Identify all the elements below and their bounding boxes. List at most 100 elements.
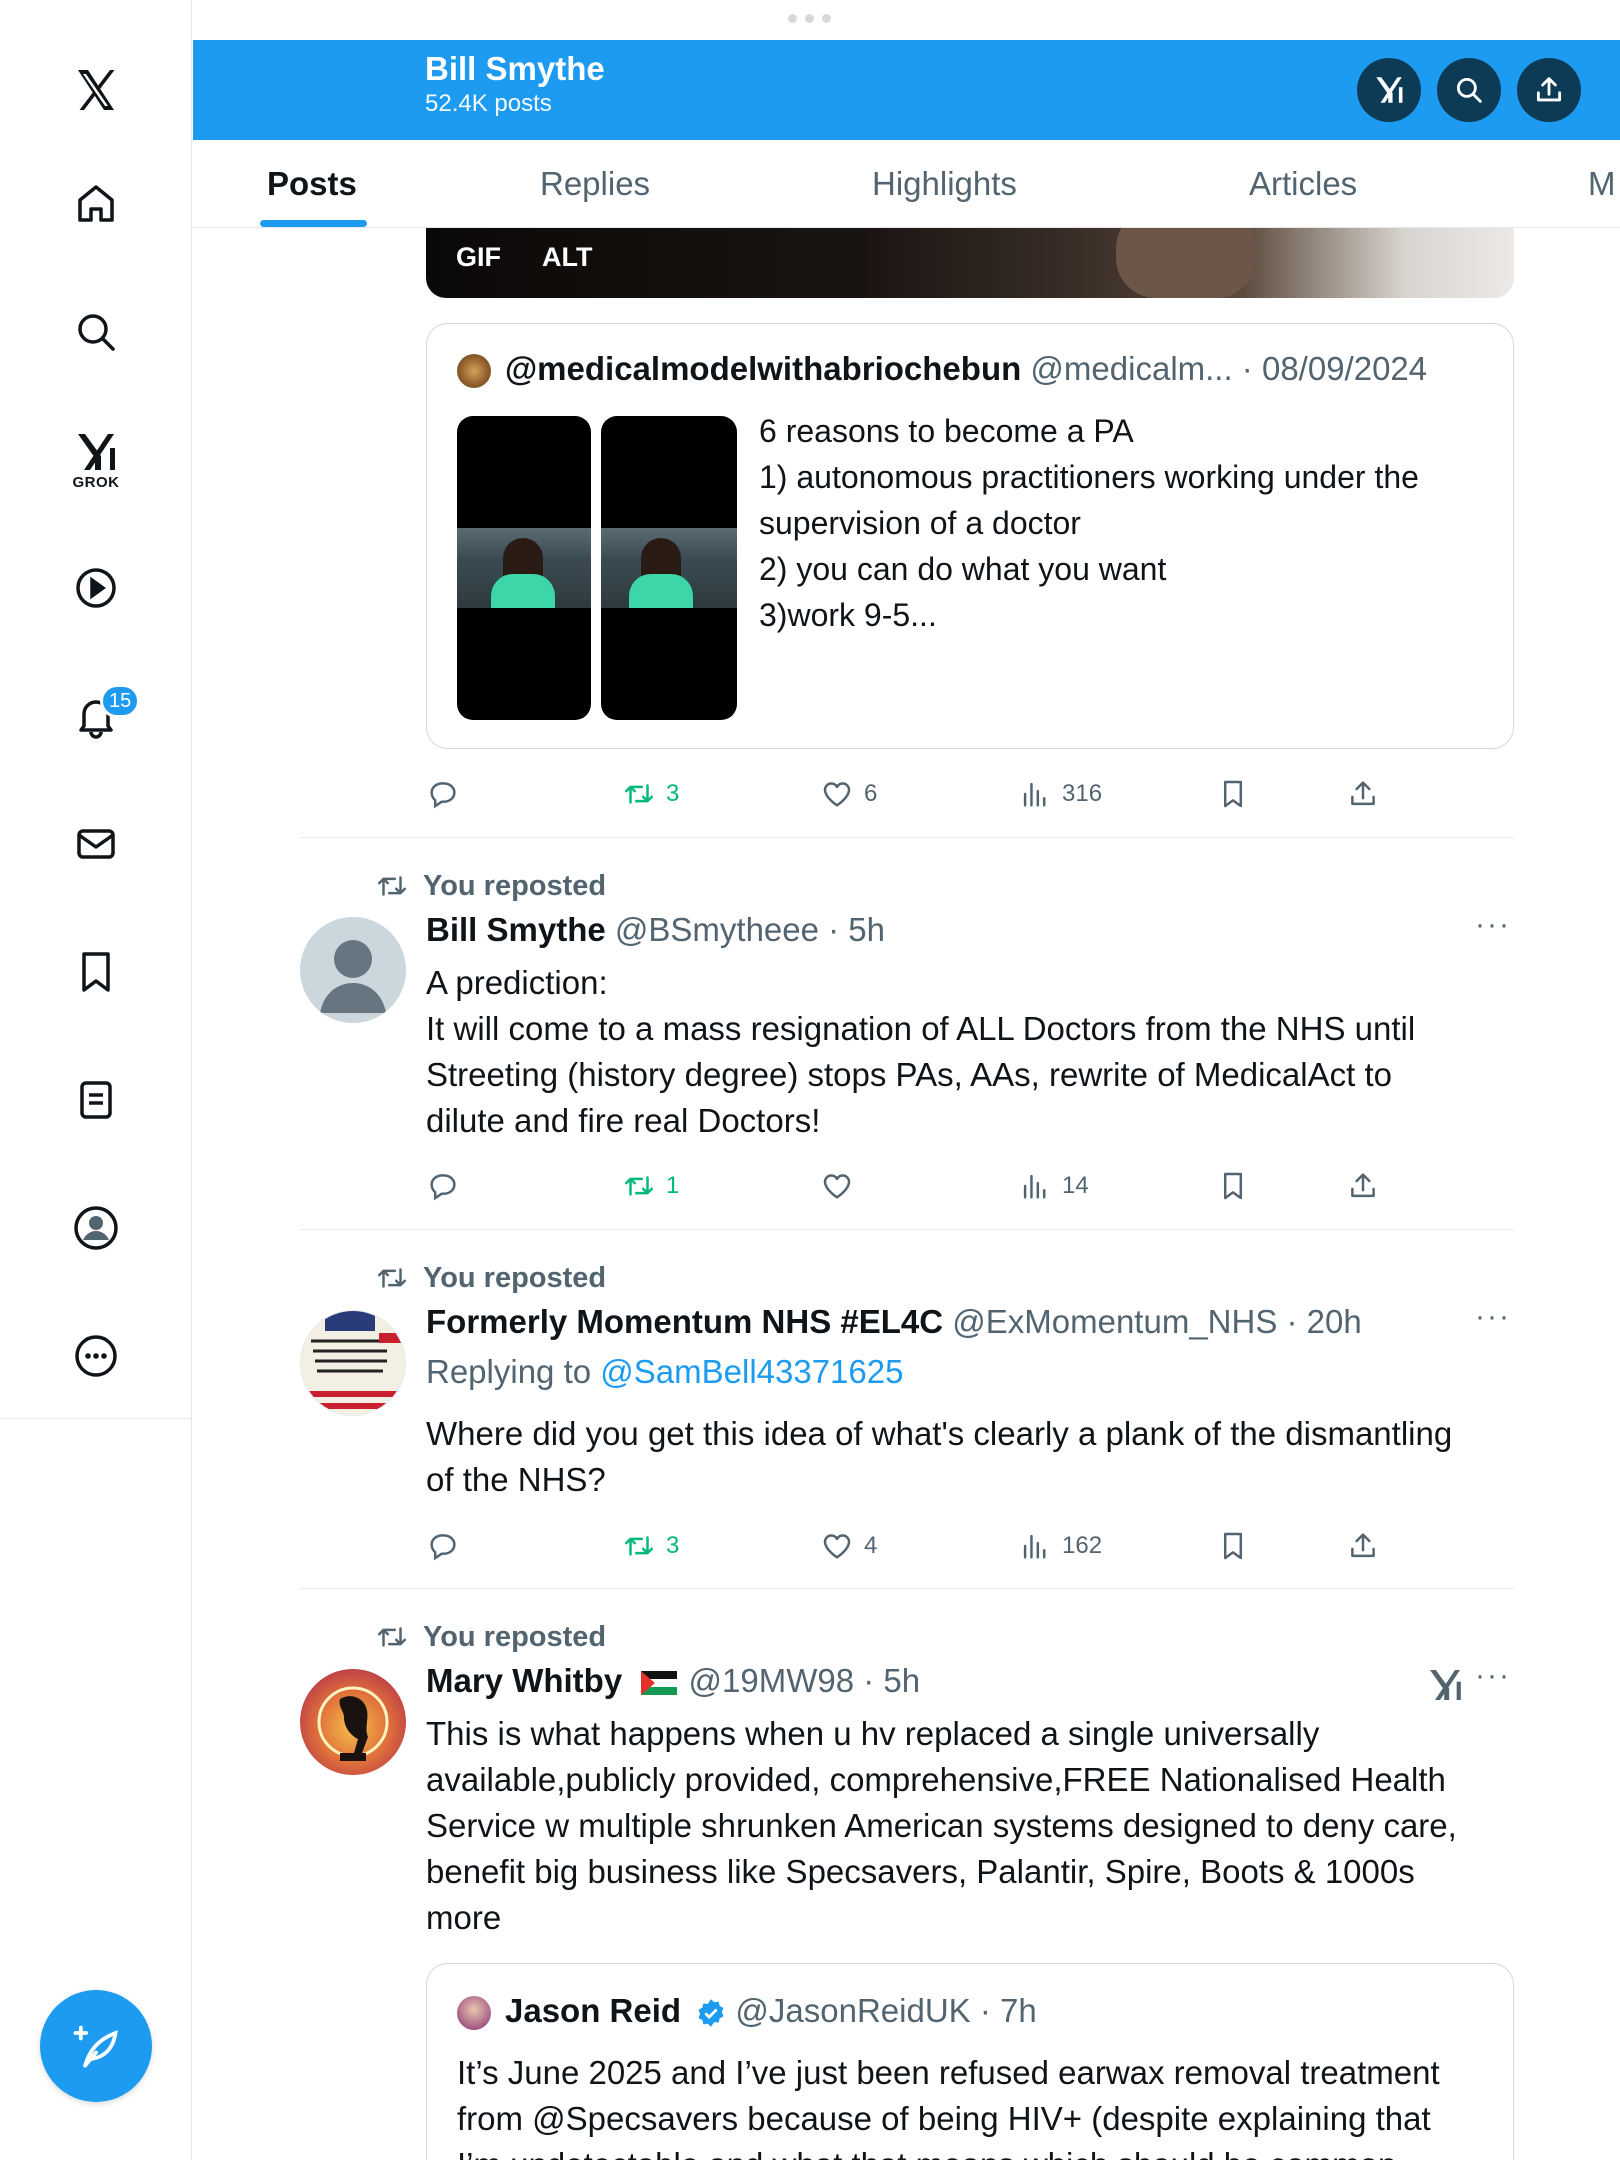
reply-icon <box>430 782 456 809</box>
share-profile-button[interactable] <box>1517 58 1581 122</box>
like-button[interactable]: 6 <box>820 772 877 816</box>
bookmark-icon <box>1223 780 1243 808</box>
text-line: of the NHS? <box>426 1461 606 1498</box>
avatar[interactable] <box>300 1669 406 1775</box>
rail-divider <box>0 1418 192 1419</box>
text-line: 1) autonomous practitioners working unde… <box>759 459 1419 495</box>
alt-text-button[interactable]: ALT <box>532 238 602 276</box>
repost-count: 3 <box>666 1532 680 1559</box>
video-thumbnail[interactable] <box>601 416 737 720</box>
repost-icon <box>625 1536 653 1556</box>
tab-articles[interactable]: Articles <box>1249 140 1357 228</box>
repost-button[interactable]: 1 <box>622 1164 679 1208</box>
grok-explain-button[interactable] <box>1425 1665 1465 1705</box>
profile-tabs: Posts Replies Highlights Articles M <box>193 140 1620 228</box>
search-button[interactable] <box>1437 58 1501 122</box>
replying-to-handle[interactable]: @SamBell43371625 <box>600 1353 903 1390</box>
text-line: It’s June 2025 and I’ve just been refuse… <box>457 2054 1440 2091</box>
bookmark-button[interactable] <box>1216 772 1250 816</box>
timeline[interactable]: GIF ALT @medicalmodelwithabriochebun @me… <box>193 228 1620 2160</box>
repost-button[interactable]: 3 <box>622 1524 679 1568</box>
bookmark-button[interactable] <box>1216 1524 1250 1568</box>
reply-button[interactable] <box>426 772 460 816</box>
messages-mail-icon[interactable] <box>46 804 146 884</box>
bookmarks-icon[interactable] <box>46 932 146 1012</box>
profile-name-title: Bill Smythe <box>425 50 605 87</box>
avatar[interactable] <box>300 1310 406 1416</box>
tab-posts[interactable]: Posts <box>267 140 357 228</box>
window-drag-handle[interactable] <box>788 14 834 24</box>
author-meta: @ExMomentum_NHS · 20h <box>943 1303 1362 1340</box>
post-separator <box>300 1229 1514 1230</box>
profile-icon[interactable] <box>46 1188 146 1268</box>
text-line: 2) you can do what you want <box>759 551 1167 587</box>
grok-nav-item[interactable]: GROK <box>46 412 146 512</box>
analytics-icon <box>1023 1534 1046 1559</box>
replying-to-prefix: Replying to <box>426 1353 601 1390</box>
text-line: benefit big business like Specsavers, Pa… <box>426 1853 1415 1890</box>
repost-count: 3 <box>666 780 680 807</box>
view-count: 316 <box>1062 780 1103 807</box>
default-avatar-icon <box>320 940 386 1013</box>
repost-label: You reposted <box>423 1261 607 1294</box>
share-button[interactable] <box>1346 1524 1380 1568</box>
post-text: This is what happens when u hv replaced … <box>426 1711 1516 1941</box>
author-name[interactable]: Mary Whitby <box>426 1662 622 1699</box>
more-options-button[interactable]: ··· <box>1475 1659 1511 1693</box>
quoted-post[interactable]: @medicalmodelwithabriochebun @medicalm..… <box>426 323 1514 749</box>
author-meta: @BSmytheee · 5h <box>605 911 886 948</box>
heart-icon <box>823 1174 851 1199</box>
grok-header-button[interactable] <box>1357 58 1421 122</box>
views-button[interactable]: 162 <box>1018 1524 1102 1568</box>
bookmark-button[interactable] <box>1216 1164 1250 1208</box>
tab-highlights[interactable]: Highlights <box>872 140 1017 228</box>
lists-icon[interactable] <box>46 1060 146 1140</box>
bookmark-icon <box>1223 1532 1243 1560</box>
author-name[interactable]: Bill Smythe <box>426 911 606 948</box>
repost-indicator: You reposted <box>375 1261 606 1295</box>
compose-post-button[interactable] <box>40 1990 152 2102</box>
more-options-button[interactable]: ··· <box>1475 1300 1511 1334</box>
repost-icon <box>625 784 653 804</box>
repost-label: You reposted <box>423 1620 607 1653</box>
share-button[interactable] <box>1346 772 1380 816</box>
quoted-author-name[interactable]: @medicalmodelwithabriochebun <box>505 350 1021 387</box>
share-button[interactable] <box>1346 1164 1380 1208</box>
quoted-post[interactable]: Jason Reid @JasonReidUK · 7h It’s June 2… <box>426 1963 1514 2160</box>
verified-badge-icon <box>698 1999 724 2028</box>
grok-icon <box>1430 1670 1461 1700</box>
post-actions: 3 4 162 <box>426 1524 1516 1568</box>
text-line: more <box>426 1899 502 1936</box>
video-thumbnail[interactable] <box>457 416 591 720</box>
reply-button[interactable] <box>426 1164 460 1208</box>
avatar <box>457 354 491 388</box>
like-button[interactable]: 4 <box>820 1524 877 1568</box>
home-icon[interactable] <box>46 164 146 244</box>
palestine-flag-icon <box>641 1671 678 1696</box>
text-line: Where did you get this idea of what's cl… <box>426 1415 1453 1452</box>
video-play-icon[interactable] <box>46 548 146 628</box>
explore-search-icon[interactable] <box>46 292 146 372</box>
author-name[interactable]: Formerly Momentum NHS #EL4C <box>426 1303 943 1340</box>
grok-label: GROK <box>72 474 120 491</box>
post-actions: 1 14 <box>426 1164 1516 1208</box>
x-logo-icon[interactable] <box>46 50 146 130</box>
repost-icon <box>378 876 406 896</box>
avatar[interactable] <box>300 917 406 1023</box>
tab-media[interactable]: M <box>1588 140 1616 228</box>
like-count: 6 <box>864 780 878 807</box>
reply-button[interactable] <box>426 1524 460 1568</box>
gif-media[interactable]: GIF ALT <box>426 228 1514 298</box>
search-icon <box>1456 77 1482 103</box>
more-options-button[interactable]: ··· <box>1475 908 1511 942</box>
text-line: This is what happens when u hv replaced … <box>426 1715 1320 1752</box>
like-button[interactable] <box>820 1164 864 1208</box>
views-button[interactable]: 316 <box>1018 772 1102 816</box>
repost-button[interactable]: 3 <box>622 772 679 816</box>
views-button[interactable]: 14 <box>1018 1164 1089 1208</box>
tab-replies[interactable]: Replies <box>540 140 650 228</box>
more-options-icon[interactable] <box>46 1316 146 1396</box>
notification-count-badge: 15 <box>100 684 141 718</box>
quoted-author-name[interactable]: Jason Reid <box>505 1992 681 2029</box>
analytics-icon <box>1023 782 1046 807</box>
